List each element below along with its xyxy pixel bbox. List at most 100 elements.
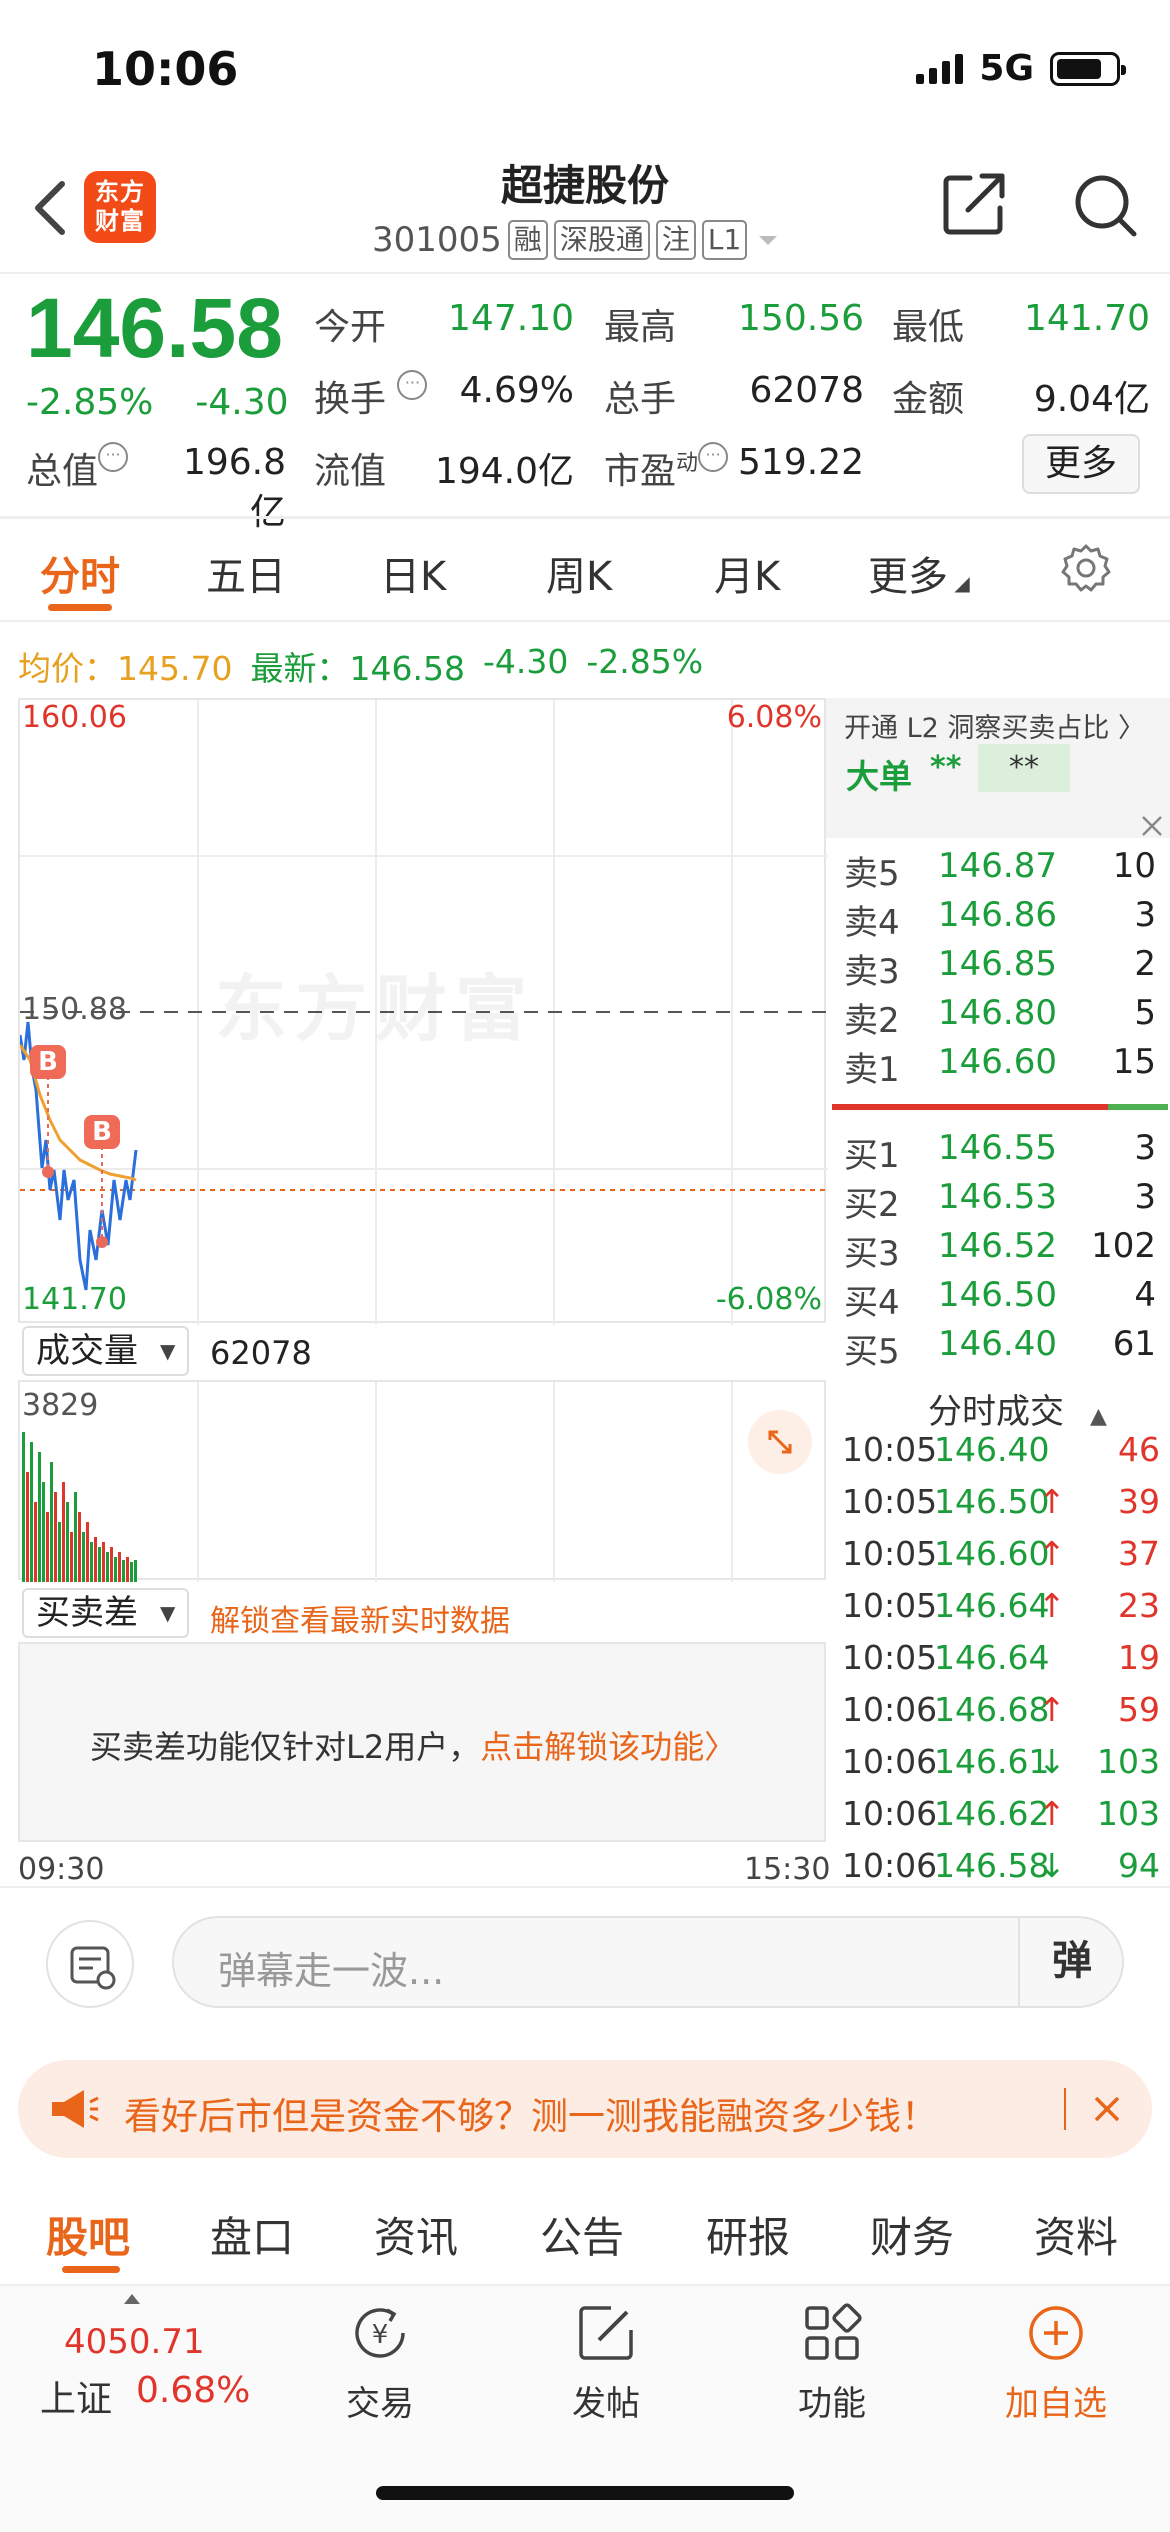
buy-order-row[interactable]: 买5 146.40 61 bbox=[844, 1324, 1156, 1372]
sell-order-price: 146.86 bbox=[938, 895, 1057, 935]
volume-dropdown[interactable]: 成交量 ▼ bbox=[22, 1326, 190, 1376]
volume-chart[interactable]: 3829 bbox=[18, 1380, 826, 1582]
gear-icon[interactable] bbox=[1060, 542, 1112, 594]
volume-total: 62078 bbox=[210, 1334, 312, 1372]
tab-research[interactable]: 研报 bbox=[706, 2204, 790, 2265]
sell-order-price: 146.60 bbox=[938, 1042, 1057, 1082]
ticks-title[interactable]: 分时成交 ▲ bbox=[928, 1384, 1107, 1433]
tabs-divider bbox=[0, 620, 1170, 622]
sell-order-row[interactable]: 卖5 146.87 10 bbox=[844, 846, 1156, 894]
status-time: 10:06 bbox=[92, 42, 239, 96]
index-pct: 0.68% bbox=[136, 2370, 251, 2411]
tab-day-k[interactable]: 日K bbox=[380, 544, 446, 602]
comment-list-button[interactable] bbox=[46, 1920, 134, 2008]
buy-order-row[interactable]: 买3 146.52 102 bbox=[844, 1226, 1156, 1274]
nav-trade[interactable]: ¥ 交易 bbox=[300, 2300, 460, 2425]
sell-order-volume: 15 bbox=[1112, 1042, 1156, 1082]
danmu-toggle-button[interactable]: 弹 bbox=[1018, 1916, 1124, 2008]
tab-news[interactable]: 资讯 bbox=[374, 2204, 458, 2265]
tick-volume: 37 bbox=[1118, 1534, 1160, 1573]
tab-announcements[interactable]: 公告 bbox=[540, 2204, 624, 2265]
sell-order-row[interactable]: 卖1 146.60 15 bbox=[844, 1042, 1156, 1090]
buy-marker[interactable]: B bbox=[30, 1045, 66, 1079]
tab-stock-forum[interactable]: 股吧 bbox=[46, 2204, 130, 2265]
sell-order-price: 146.85 bbox=[938, 944, 1057, 984]
buy-order-row[interactable]: 买1 146.55 3 bbox=[844, 1128, 1156, 1176]
nav-post[interactable]: 发帖 bbox=[526, 2300, 686, 2425]
tick-price: 146.50 bbox=[934, 1482, 1050, 1521]
banner-close-icon[interactable] bbox=[1090, 2092, 1124, 2126]
tick-row: 10:05 146.64 19 bbox=[842, 1638, 1160, 1684]
info-dots-icon[interactable]: ··· bbox=[98, 442, 129, 472]
share-icon[interactable] bbox=[940, 170, 1008, 238]
tick-time: 10:05 bbox=[842, 1638, 938, 1677]
tick-row: 10:06 146.68 ↑ 59 bbox=[842, 1690, 1160, 1736]
tab-intraday[interactable]: 分时 bbox=[40, 544, 120, 602]
chevron-down-icon bbox=[759, 236, 778, 245]
unlock-hint[interactable]: 解锁查看最新实时数据 bbox=[210, 1596, 510, 1640]
l2-panel[interactable]: 开通 L2 洞察买卖占比 〉 大单 ** ** bbox=[826, 698, 1170, 838]
volume-label: 总手 bbox=[604, 379, 677, 420]
sell-order-volume: 5 bbox=[1134, 993, 1156, 1033]
tab-order-book[interactable]: 盘口 bbox=[210, 2204, 294, 2265]
mktcap-value: 196.8亿 bbox=[182, 442, 286, 533]
open-label: 今开 bbox=[314, 307, 387, 348]
tick-volume: 103 bbox=[1097, 1742, 1160, 1781]
tab-more[interactable]: 更多 ◢ bbox=[868, 544, 970, 602]
big-order-value: ** bbox=[930, 750, 962, 785]
home-indicator[interactable] bbox=[376, 2486, 794, 2500]
y-min-label: 141.70 bbox=[22, 1282, 127, 1317]
danmu-input[interactable]: 弹幕走一波... bbox=[172, 1916, 1124, 2008]
pct-min-label: -6.08% bbox=[715, 1282, 822, 1317]
expand-icon[interactable] bbox=[748, 1410, 812, 1474]
tab-week-k[interactable]: 周K bbox=[546, 544, 612, 602]
change-amount: -4.30 bbox=[195, 382, 289, 423]
stock-subtitle[interactable]: 301005 融 深股通 注 L1 bbox=[372, 220, 783, 260]
high-label: 最高 bbox=[604, 307, 677, 348]
buy-order-row[interactable]: 买4 146.50 4 bbox=[844, 1275, 1156, 1323]
index-value: 4050.71 bbox=[64, 2322, 205, 2362]
tab-five-day[interactable]: 五日 bbox=[206, 544, 286, 602]
tick-row: 10:05 146.64 ↑ 23 bbox=[842, 1586, 1160, 1632]
buy-order-row[interactable]: 买2 146.53 3 bbox=[844, 1177, 1156, 1225]
sell-order-level-label: 卖1 bbox=[844, 1050, 900, 1090]
diff-dropdown[interactable]: 买卖差 ▼ bbox=[22, 1588, 190, 1638]
margin-banner[interactable]: 看好后市但是资金不够？测一测我能融资多少钱！ bbox=[18, 2060, 1152, 2158]
sell-order-level-label: 卖4 bbox=[844, 903, 900, 943]
buy-order-volume: 3 bbox=[1134, 1177, 1156, 1217]
pct-max-label: 6.08% bbox=[726, 700, 822, 735]
tab-profile[interactable]: 资料 bbox=[1034, 2204, 1118, 2265]
unlock-link[interactable]: 点击解锁该功能 bbox=[480, 1728, 704, 1766]
edit-icon bbox=[579, 2306, 633, 2360]
buy-order-price: 146.55 bbox=[938, 1128, 1057, 1168]
nav-add-watchlist[interactable]: 加自选 bbox=[976, 2300, 1136, 2425]
info-dots-icon[interactable]: ··· bbox=[698, 442, 729, 472]
buy-marker[interactable]: B bbox=[84, 1115, 120, 1149]
network-label: 5G bbox=[979, 48, 1034, 89]
more-button[interactable]: 更多 bbox=[1022, 434, 1140, 494]
tick-row: 10:06 146.62 ↑ 103 bbox=[842, 1794, 1160, 1840]
watermark: 东方财富 bbox=[215, 967, 536, 1051]
tick-volume: 23 bbox=[1118, 1586, 1160, 1625]
index-ticker[interactable]: 4050.71 上证 0.68% bbox=[30, 2290, 250, 2440]
amount-label: 金额 bbox=[892, 379, 965, 420]
tab-month-k[interactable]: 月K bbox=[714, 544, 780, 602]
tick-time: 10:06 bbox=[842, 1690, 938, 1729]
buy-order-level-label: 买3 bbox=[844, 1234, 900, 1274]
search-icon[interactable] bbox=[1070, 170, 1140, 240]
l2-title[interactable]: 开通 L2 洞察买卖占比 〉 bbox=[844, 706, 1145, 745]
buy-order-level-label: 买4 bbox=[844, 1283, 900, 1323]
tab-financials[interactable]: 财务 bbox=[870, 2204, 954, 2265]
pe-label: 市盈动 ··· bbox=[604, 442, 729, 494]
diff-panel: 买卖差功能仅针对L2用户，点击解锁该功能〉 bbox=[18, 1642, 826, 1842]
tag-registered: 注 bbox=[655, 220, 696, 260]
sell-order-row[interactable]: 卖4 146.86 3 bbox=[844, 895, 1156, 943]
high-value: 150.56 bbox=[738, 298, 864, 339]
sell-order-row[interactable]: 卖2 146.80 5 bbox=[844, 993, 1156, 1041]
nav-features[interactable]: 功能 bbox=[752, 2300, 912, 2425]
sell-order-row[interactable]: 卖3 146.85 2 bbox=[844, 944, 1156, 992]
avg-price-row: 均价：145.70 最新：146.58 -4.30 -2.85% bbox=[18, 642, 703, 690]
info-dots-icon[interactable]: ··· bbox=[397, 370, 428, 400]
close-icon[interactable] bbox=[1138, 812, 1166, 840]
tick-volume: 39 bbox=[1118, 1482, 1160, 1521]
